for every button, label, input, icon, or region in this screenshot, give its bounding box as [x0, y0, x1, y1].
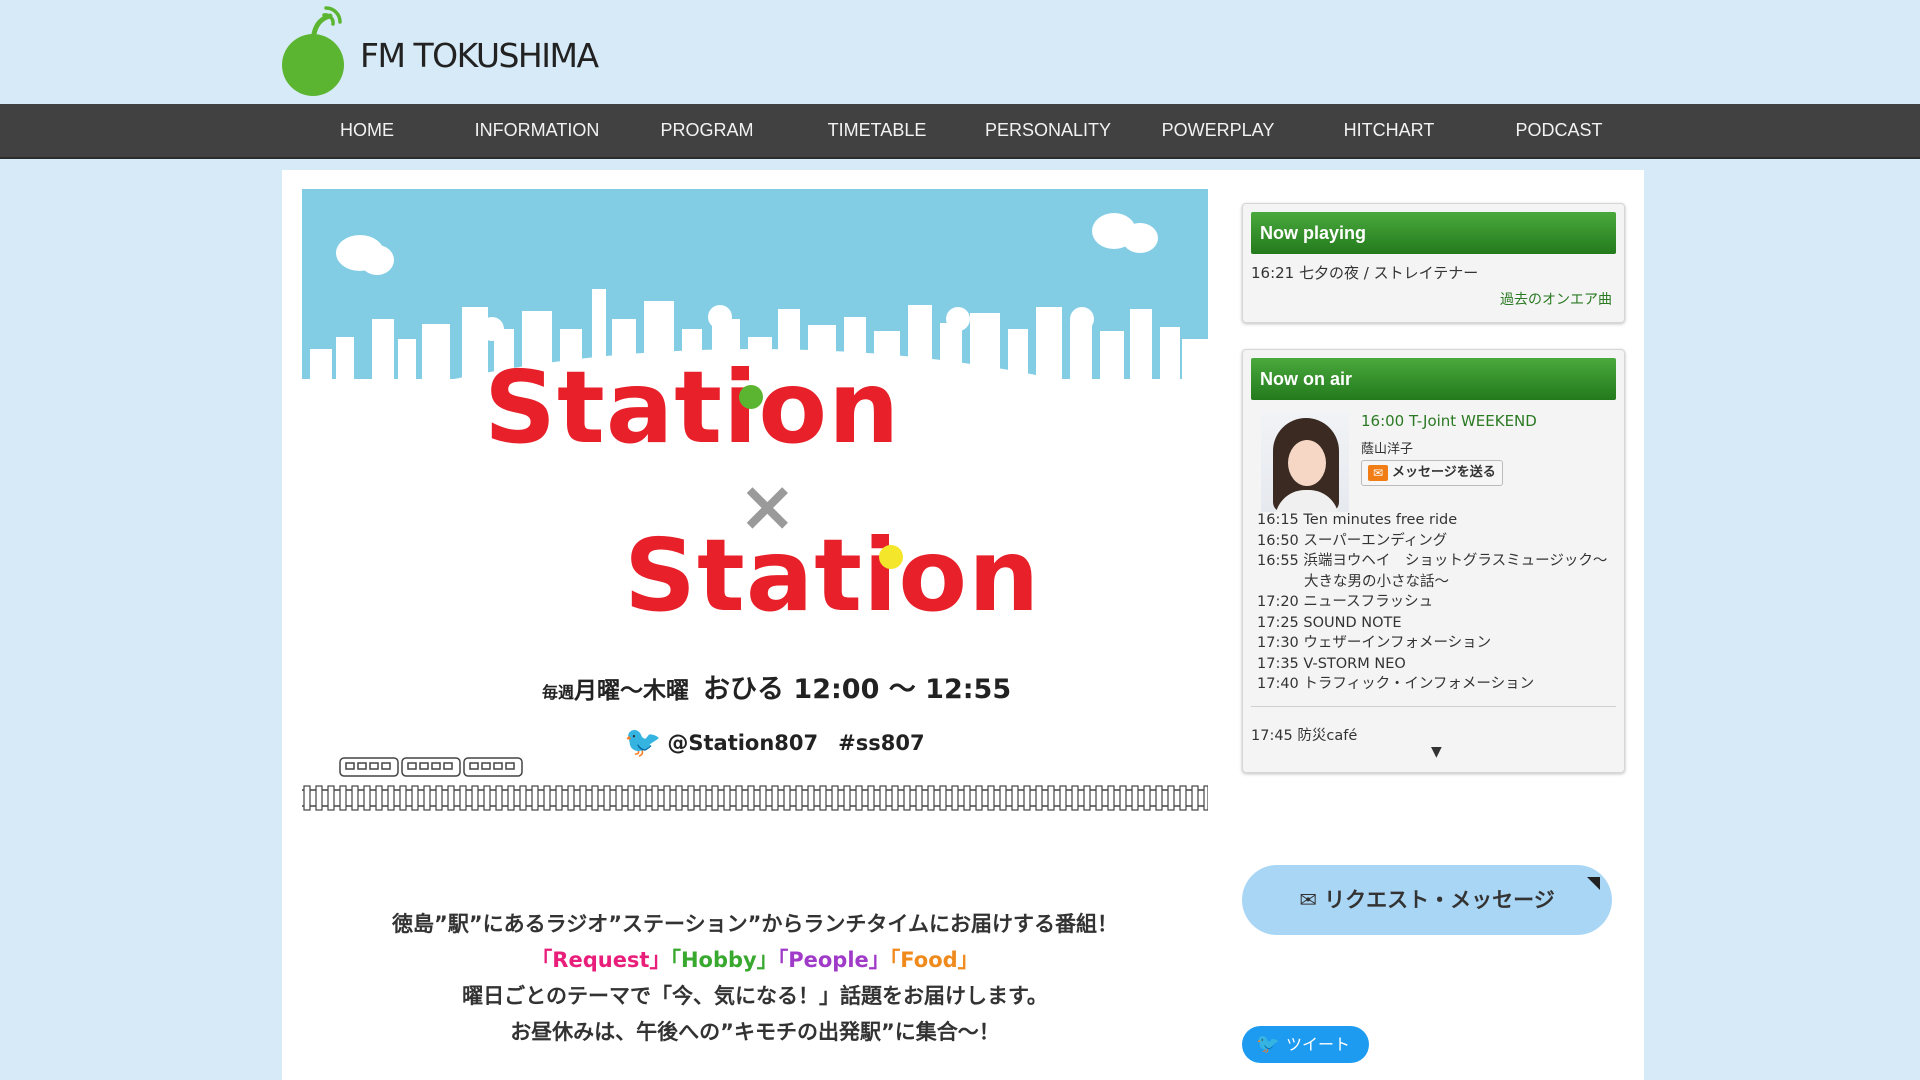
twitter-handle-line: 🐦 @Station807 #ss807	[624, 725, 925, 760]
site-logo[interactable]: FM TOKUSHIMA	[280, 2, 600, 98]
schedule-item: 大きな男の小さな話～	[1304, 573, 1449, 590]
logo-apple-icon	[280, 4, 346, 96]
tag-hobby: 「Hobby」	[670, 948, 778, 972]
nav-item-information[interactable]: INFORMATION	[462, 104, 612, 157]
desc-line-1: 徳島”駅”にあるラジオ”ステーション”からランチタイムにお届けする番組！	[392, 912, 1118, 936]
mail-icon: ✉	[1368, 465, 1388, 481]
main-nav: HOME INFORMATION PROGRAM TIMETABLE PERSO…	[0, 104, 1920, 159]
nav-item-podcast[interactable]: PODCAST	[1492, 104, 1626, 157]
now-playing-track: 16:21 七夕の夜 / ストレイテナー	[1251, 264, 1479, 282]
schedule-days: 月曜～木曜	[574, 678, 690, 704]
broadcast-schedule: 毎週月曜～木曜 おひる 12:00 ～ 12:55	[542, 667, 1011, 706]
next-program: 17:45 防災café	[1251, 728, 1358, 744]
schedule-prefix: 毎週	[542, 683, 575, 702]
tag-request: 「Request」	[531, 948, 671, 972]
schedule-item: 16:55 浜端ヨウヘイ ショットグラスミュージック～	[1257, 553, 1608, 569]
schedule-item: 16:50 スーパーエンディング	[1257, 532, 1448, 549]
request-message-label: リクエスト・メッセージ	[1324, 888, 1555, 912]
request-message-button[interactable]: ✉ リクエスト・メッセージ	[1242, 865, 1612, 935]
avatar-face	[1288, 440, 1326, 486]
railway-track-icon	[302, 785, 1208, 811]
schedule-item: 17:35 V-STORM NEO	[1257, 655, 1406, 672]
schedule-item: 16:15 Ten minutes free ride	[1257, 512, 1458, 528]
send-message-button[interactable]: ✉ メッセージを送る	[1361, 460, 1503, 486]
nav-item-program[interactable]: PROGRAM	[640, 104, 774, 157]
expand-arrow-icon[interactable]: ▼	[1431, 744, 1442, 760]
desc-tags: 「Request」「Hobby」「People」「Food」	[302, 942, 1208, 978]
train-icon	[339, 757, 523, 777]
nav-item-home[interactable]: HOME	[300, 104, 434, 157]
tweet-label: ツイート	[1286, 1035, 1351, 1054]
schedule-item: 17:20 ニュースフラッシュ	[1257, 594, 1434, 610]
schedule-item: 17:40 トラフィック・インフォメーション	[1257, 676, 1535, 692]
nav-item-personality[interactable]: PERSONALITY	[978, 104, 1118, 157]
title-station-2: Station	[624, 517, 1041, 634]
past-onair-link[interactable]: 過去のオンエア曲	[1500, 289, 1612, 309]
onair-host-name: 蔭山洋子	[1361, 442, 1414, 457]
nav-item-powerplay[interactable]: POWERPLAY	[1150, 104, 1286, 157]
send-message-label: メッセージを送る	[1392, 465, 1496, 480]
desc-line-4: お昼休みは、午後への”キモチの出発駅”に集合～！	[510, 1020, 1000, 1044]
hashtag: #ss807	[838, 730, 925, 755]
twitter-handle: @Station807	[667, 730, 819, 755]
tag-food: 「Food」	[889, 948, 979, 972]
nav-item-timetable[interactable]: TIMETABLE	[810, 104, 944, 157]
twitter-bird-icon: 🐦	[1256, 1033, 1280, 1055]
title-station-1: Station	[484, 349, 901, 466]
program-hero-banner: Station × Station 毎週月曜～木曜 おひる 12:00 ～ 12:…	[302, 189, 1208, 839]
cloud-left-puff	[360, 245, 394, 275]
corner-triangle-icon	[1587, 877, 1600, 890]
tweet-button[interactable]: 🐦 ツイート	[1242, 1026, 1369, 1063]
desc-line-3: 曜日ごとのテーマで「今、気になる！」話題をお届けします。	[462, 984, 1048, 1008]
schedule-divider	[1251, 706, 1616, 707]
mail-icon: ✉	[1299, 888, 1317, 912]
cloud-right-puff	[1122, 223, 1158, 253]
logo-text: FM TOKUSHIMA	[360, 35, 599, 75]
now-playing-box: Now playing 16:21 七夕の夜 / ストレイテナー 過去のオンエア…	[1242, 203, 1625, 323]
onair-program-title[interactable]: 16:00 T-Joint WEEKEND	[1361, 412, 1537, 430]
nav-item-hitchart[interactable]: HITCHART	[1322, 104, 1456, 157]
schedule-item: 17:30 ウェザーインフォメーション	[1257, 635, 1492, 651]
now-on-air-box: Now on air 16:00 T-Joint WEEKEND 蔭山洋子 ✉ …	[1242, 349, 1625, 773]
tag-people: 「People」	[777, 948, 890, 972]
schedule-time: おひる 12:00 ～ 12:55	[703, 674, 1012, 705]
now-on-air-header: Now on air	[1251, 358, 1616, 400]
now-playing-header: Now playing	[1251, 212, 1616, 254]
yellow-dot	[879, 545, 903, 569]
program-description: 徳島”駅”にあるラジオ”ステーション”からランチタイムにお届けする番組！ 「Re…	[302, 906, 1208, 1050]
site-header: FM TOKUSHIMA	[0, 0, 1920, 104]
green-dot	[739, 385, 763, 409]
schedule-item: 17:25 SOUND NOTE	[1257, 614, 1402, 631]
onair-schedule-list: 16:15 Ten minutes free ride 16:50 スーパーエン…	[1257, 510, 1627, 695]
personality-photo	[1261, 412, 1349, 512]
twitter-bird-icon: 🐦	[624, 725, 662, 760]
